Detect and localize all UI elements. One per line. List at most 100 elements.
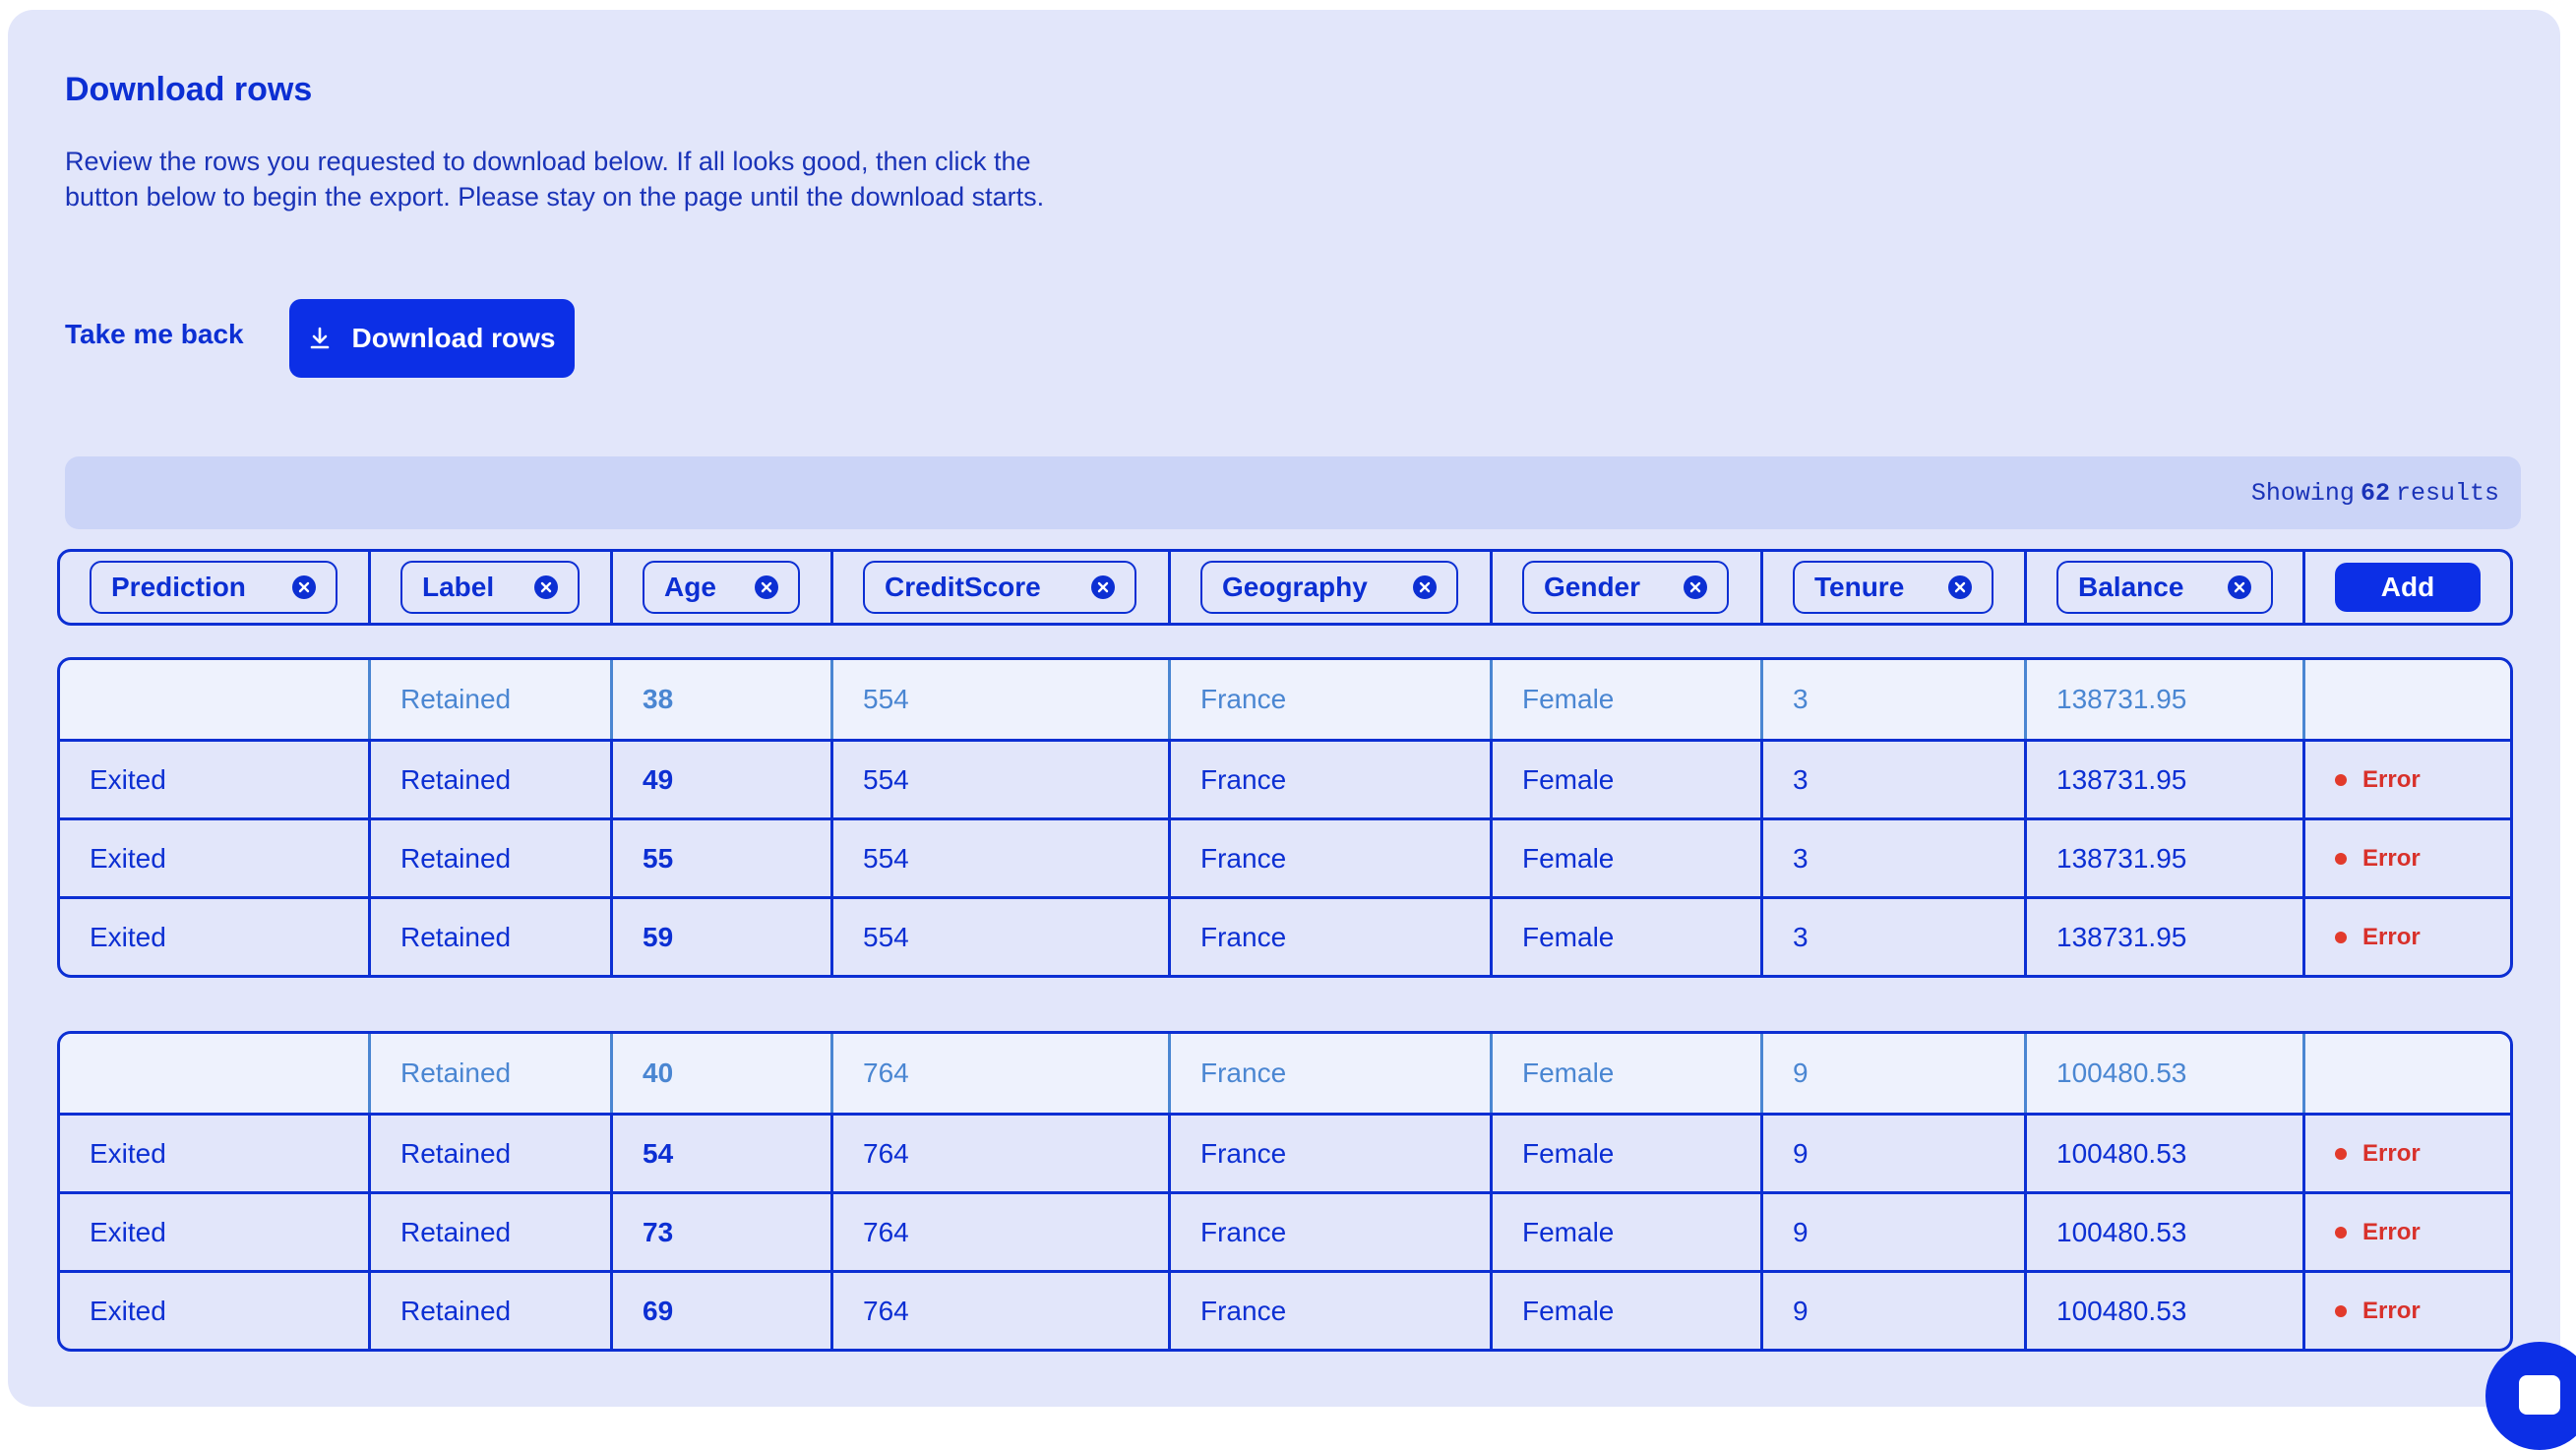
column-chip-gender[interactable]: Gender <box>1522 561 1729 614</box>
cell-geography: France <box>1171 899 1493 975</box>
cell-tenure: 9 <box>1763 1034 2027 1113</box>
cell-tenure: 3 <box>1763 820 2027 896</box>
cell-prediction: Exited <box>60 1273 371 1349</box>
cell-creditscore: 554 <box>833 820 1171 896</box>
page-description: Review the rows you requested to downloa… <box>65 147 1045 211</box>
header-cell-balance: Balance <box>2027 552 2305 623</box>
column-chip-prediction[interactable]: Prediction <box>90 561 337 614</box>
header-cell-add: Add <box>2305 552 2510 623</box>
cell-creditscore: 764 <box>833 1194 1171 1270</box>
column-chip-label: Geography <box>1222 572 1368 602</box>
cell-tenure: 9 <box>1763 1273 2027 1349</box>
cell-balance: 100480.53 <box>2027 1116 2305 1191</box>
cell-geography: France <box>1171 742 1493 817</box>
column-chip-label: Label <box>422 572 495 602</box>
status-badge: Error <box>2335 1140 2421 1168</box>
column-chip-geography[interactable]: Geography <box>1200 561 1458 614</box>
table-row: Exited Retained 69 764 France Female 9 1… <box>60 1270 2510 1349</box>
cell-geography: France <box>1171 1273 1493 1349</box>
cell-age: 59 <box>613 899 833 975</box>
status-text: Error <box>2362 1297 2421 1324</box>
cell-label: Retained <box>371 1034 613 1113</box>
cell-status: Error <box>2305 1116 2510 1191</box>
status-badge: Error <box>2335 924 2421 951</box>
cell-prediction <box>60 660 371 739</box>
remove-column-icon[interactable] <box>534 575 558 599</box>
cell-status: Error <box>2305 820 2510 896</box>
cell-balance: 100480.53 <box>2027 1034 2305 1113</box>
status-badge: Error <box>2335 1219 2421 1246</box>
remove-column-icon[interactable] <box>2228 575 2251 599</box>
column-chip-label[interactable]: Label <box>400 561 580 614</box>
table-row: Exited Retained 49 554 France Female 3 1… <box>60 739 2510 817</box>
cell-label: Retained <box>371 899 613 975</box>
cell-creditscore: 764 <box>833 1273 1171 1349</box>
cell-creditscore: 554 <box>833 899 1171 975</box>
cell-creditscore: 554 <box>833 742 1171 817</box>
cell-tenure: 3 <box>1763 899 2027 975</box>
column-chip-tenure[interactable]: Tenure <box>1793 561 1993 614</box>
header-cell-label: Label <box>371 552 613 623</box>
add-column-button[interactable]: Add <box>2335 563 2481 612</box>
results-suffix: results <box>2395 478 2499 508</box>
cell-creditscore: 554 <box>833 660 1171 739</box>
cell-geography: France <box>1171 1194 1493 1270</box>
cell-age: 54 <box>613 1116 833 1191</box>
cell-label: Retained <box>371 1194 613 1270</box>
status-text: Error <box>2362 1139 2421 1167</box>
remove-column-icon[interactable] <box>292 575 316 599</box>
cell-geography: France <box>1171 660 1493 739</box>
cell-gender: Female <box>1493 1194 1763 1270</box>
cell-gender: Female <box>1493 742 1763 817</box>
cell-balance: 138731.95 <box>2027 660 2305 739</box>
status-text: Error <box>2362 844 2421 872</box>
cell-gender: Female <box>1493 660 1763 739</box>
column-chip-balance[interactable]: Balance <box>2056 561 2273 614</box>
cell-status: Error <box>2305 1194 2510 1270</box>
cell-geography: France <box>1171 820 1493 896</box>
cell-label: Retained <box>371 660 613 739</box>
table-row: Exited Retained 73 764 France Female 9 1… <box>60 1191 2510 1270</box>
remove-column-icon[interactable] <box>1948 575 1972 599</box>
row-group: Retained 38 554 France Female 3 138731.9… <box>57 657 2513 978</box>
column-chip-age[interactable]: Age <box>643 561 800 614</box>
original-row: Retained 40 764 France Female 9 100480.5… <box>60 1034 2510 1113</box>
cell-age: 38 <box>613 660 833 739</box>
download-rows-button[interactable]: Download rows <box>289 299 575 378</box>
remove-column-icon[interactable] <box>1413 575 1437 599</box>
results-count: 62 <box>2360 478 2390 508</box>
cell-label: Retained <box>371 742 613 817</box>
cell-tenure: 9 <box>1763 1116 2027 1191</box>
cell-balance: 138731.95 <box>2027 742 2305 817</box>
header-cell-prediction: Prediction <box>60 552 371 623</box>
cell-gender: Female <box>1493 1273 1763 1349</box>
cell-status: Error <box>2305 899 2510 975</box>
cell-age: 49 <box>613 742 833 817</box>
status-badge: Error <box>2335 1298 2421 1325</box>
status-text: Error <box>2362 923 2421 950</box>
page-title: Download rows <box>65 71 313 108</box>
cell-creditscore: 764 <box>833 1034 1171 1113</box>
cell-prediction: Exited <box>60 742 371 817</box>
remove-column-icon[interactable] <box>1091 575 1115 599</box>
cell-gender: Female <box>1493 1116 1763 1191</box>
remove-column-icon[interactable] <box>1684 575 1707 599</box>
column-chip-label: Gender <box>1544 572 1641 602</box>
error-dot-icon <box>2335 1147 2347 1160</box>
take-me-back-button[interactable]: Take me back <box>65 319 244 350</box>
column-chip-label: Age <box>664 572 716 602</box>
cell-status: Error <box>2305 742 2510 817</box>
table-row: Exited Retained 55 554 France Female 3 1… <box>60 817 2510 896</box>
cell-balance: 100480.53 <box>2027 1273 2305 1349</box>
chat-launcher-button[interactable] <box>2485 1342 2576 1450</box>
column-chip-label: Tenure <box>1814 572 1905 602</box>
column-chip-creditscore[interactable]: CreditScore <box>863 561 1136 614</box>
table-row: Exited Retained 59 554 France Female 3 1… <box>60 896 2510 975</box>
column-header-row: Prediction Label Age CreditScore Geograp… <box>57 549 2513 626</box>
cell-balance: 138731.95 <box>2027 899 2305 975</box>
cell-tenure: 3 <box>1763 742 2027 817</box>
cell-age: 73 <box>613 1194 833 1270</box>
remove-column-icon[interactable] <box>755 575 778 599</box>
cell-balance: 138731.95 <box>2027 820 2305 896</box>
cell-age: 40 <box>613 1034 833 1113</box>
